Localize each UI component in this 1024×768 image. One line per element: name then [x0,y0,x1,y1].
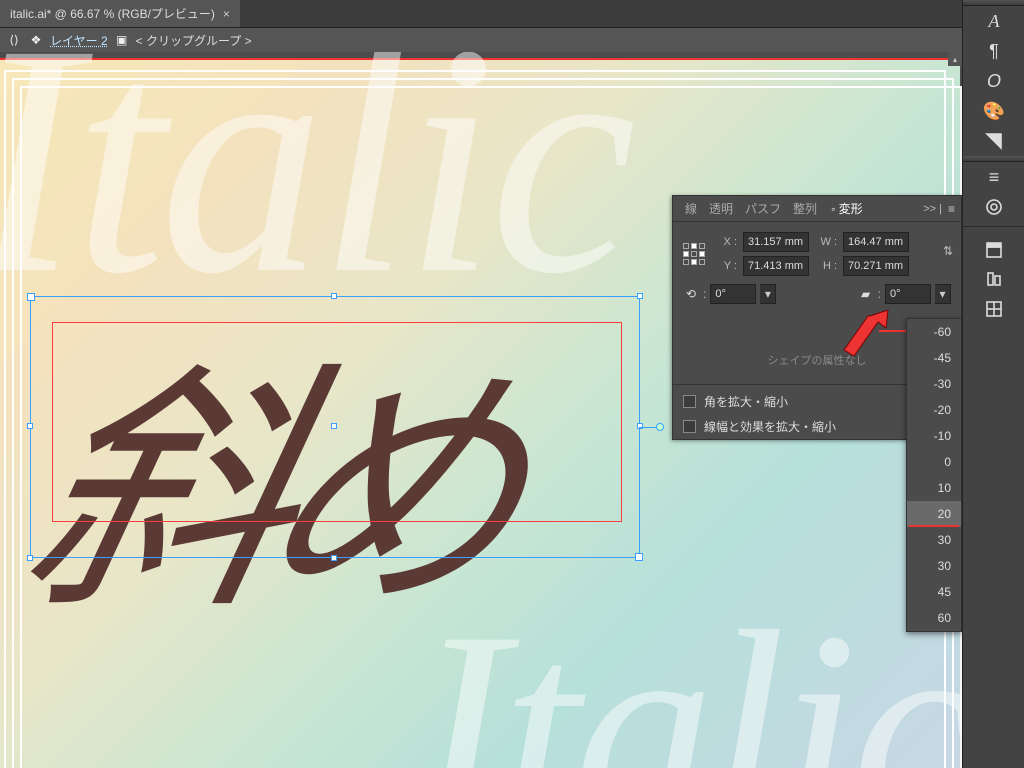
dropdown-item[interactable]: 0 [907,449,961,475]
layers-icon[interactable]: ❖ [28,32,44,48]
tab-align[interactable]: 整列 [787,200,823,217]
constrain-proportions-icon[interactable]: ⇅ [943,244,953,258]
h-input[interactable]: 70.271 mm [843,256,909,276]
type-icon[interactable]: A [963,6,1024,36]
document-tab-title: italic.ai* @ 66.67 % (RGB/プレビュー) [10,5,215,22]
close-tab-icon[interactable]: × [223,7,230,21]
dropdown-item[interactable]: -60 [907,319,961,345]
paragraph-icon[interactable]: ¶ [963,36,1024,66]
reference-point-grid[interactable] [683,243,709,265]
tab-transform[interactable]: 変形 [825,200,869,217]
tab-stroke[interactable]: 線 [679,200,703,217]
transform-grid: X : 31.157 mm W : 164.47 mm Y : 71.413 m… [673,222,961,280]
dropdown-item[interactable]: -20 [907,397,961,423]
clip-group-icon: ▣ [114,32,130,48]
transform-icon[interactable] [963,294,1024,324]
y-input[interactable]: 71.413 mm [743,256,809,276]
annotation-underline [909,525,959,527]
tab-transparency[interactable]: 透明 [703,200,739,217]
panel-tabs: 線 透明 パスフ 整列 変形 >> | ≡ [673,196,961,222]
transparency-icon[interactable] [963,226,1024,264]
shear-input[interactable]: 0° [885,284,931,304]
y-label: Y : [715,260,737,272]
rotate-handle[interactable] [639,427,659,428]
dropdown-item[interactable]: 45 [907,579,961,605]
document-tabs: italic.ai* @ 66.67 % (RGB/プレビュー) × [0,0,1024,28]
gradient-icon[interactable] [963,192,1024,222]
h-label: H : [815,260,837,272]
shear-icon: ▰ [858,286,874,302]
scale-corners-label: 角を拡大・縮小 [704,393,788,410]
dropdown-item[interactable]: -30 [907,371,961,397]
dropdown-item[interactable]: 30 [907,553,961,579]
checkbox-icon [683,395,696,408]
shear-dropdown-list: -60 -45 -30 -20 -10 0 10 20 30 30 45 60 [906,318,962,632]
panel-dock: A ¶ O 🎨 ≡ [962,0,1024,768]
w-input[interactable]: 164.47 mm [843,232,909,252]
w-label: W : [815,236,837,248]
rotate-icon: ⟲ [683,286,699,302]
background-text: Italic [415,567,962,768]
rotate-input[interactable]: 0° [710,284,756,304]
dropdown-item[interactable]: 20 [907,501,961,527]
opentype-icon[interactable]: O [963,66,1024,96]
scroll-up-icon[interactable]: ▴ [948,52,962,66]
breadcrumb: ⟨⟩ ❖ レイヤー 2 ▣ < クリップグループ > [0,28,962,52]
color-icon[interactable]: 🎨 [963,96,1024,126]
scale-strokes-label: 線幅と効果を拡大・縮小 [704,418,836,435]
breadcrumb-group[interactable]: < クリップグループ > [136,32,252,49]
swatch-fill-icon[interactable] [963,126,1024,156]
shear-dropdown-icon[interactable]: ▾ [935,284,951,304]
align-icon[interactable] [963,264,1024,294]
tab-pathfinder[interactable]: パスフ [739,200,787,217]
document-tab[interactable]: italic.ai* @ 66.67 % (RGB/プレビュー) × [0,0,240,27]
back-icon[interactable]: ⟨⟩ [6,32,22,48]
checkbox-icon [683,420,696,433]
color-themes-icon[interactable]: ≡ [963,162,1024,192]
dropdown-item[interactable]: -10 [907,423,961,449]
x-input[interactable]: 31.157 mm [743,232,809,252]
breadcrumb-layer[interactable]: レイヤー 2 [50,32,108,49]
x-label: X : [715,236,737,248]
dropdown-item[interactable]: 10 [907,475,961,501]
panel-expand-icon[interactable]: >> | [923,203,942,215]
dropdown-item[interactable]: -45 [907,345,961,371]
selection-bounding-box[interactable] [30,296,640,558]
annotation-arrow [840,310,894,364]
rotate-dropdown-icon[interactable]: ▾ [760,284,776,304]
dropdown-item[interactable]: 60 [907,605,961,631]
panel-menu-icon[interactable]: ≡ [948,202,955,216]
